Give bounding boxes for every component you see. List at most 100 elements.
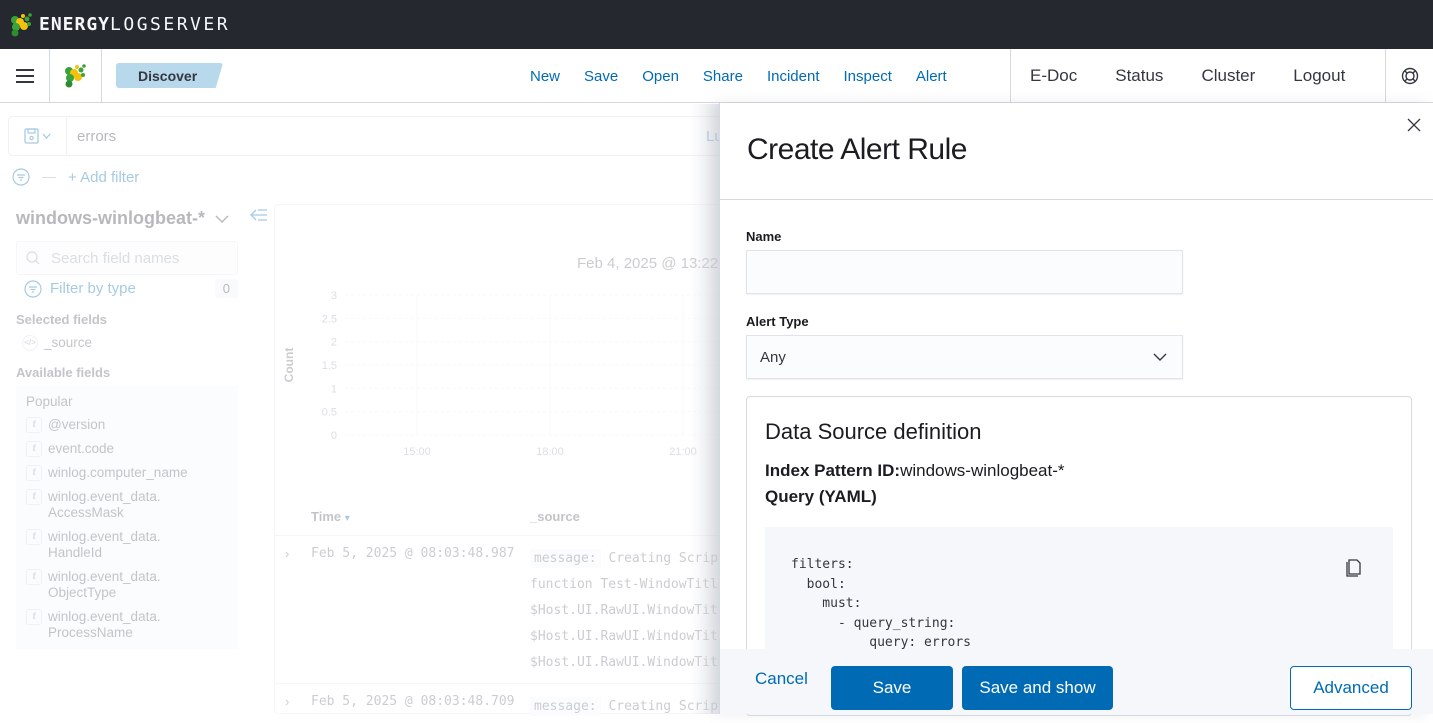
advanced-button[interactable]: Advanced: [1290, 666, 1412, 710]
collapse-sidebar-icon[interactable]: [250, 208, 268, 227]
table-row: › Feb 5, 2025 @ 08:03:48.987 message: Cr…: [275, 535, 735, 683]
selected-fields-title: Selected fields: [16, 312, 108, 327]
energy-logserver-logo-icon: [11, 12, 32, 36]
selected-field-item[interactable]: </> _source: [22, 335, 238, 351]
nav-new-link[interactable]: New: [530, 68, 560, 85]
close-flyout-button[interactable]: [1407, 115, 1421, 138]
field-item[interactable]: t event.code: [26, 441, 238, 457]
app-navbar: Discover New Save Open Share Incident In…: [0, 48, 1433, 103]
save-button[interactable]: Save: [831, 666, 953, 710]
help-button[interactable]: [1385, 49, 1433, 103]
copy-button[interactable]: [1345, 557, 1363, 582]
field-item[interactable]: t winlog.computer_name: [26, 465, 238, 481]
home-logo-button[interactable]: [50, 48, 102, 103]
nav-logout-link[interactable]: Logout: [1293, 66, 1345, 86]
nav-inspect-link[interactable]: Inspect: [844, 68, 892, 85]
results-panel: Feb 4, 2025 @ 13:22 0 0.5 1 1.5 2 2.5 3 15:00 18…: [274, 204, 735, 716]
save-disk-chevron-icon: [23, 128, 50, 144]
data-source-title: Data Source definition: [765, 419, 982, 444]
nav-share-link[interactable]: Share: [703, 68, 743, 85]
cancel-button[interactable]: Cancel: [755, 669, 808, 689]
field-item[interactable]: t winlog.event_data. AccessMask: [26, 489, 238, 521]
saved-query-button[interactable]: [9, 117, 67, 155]
string-type-icon: t: [26, 441, 42, 457]
column-header-time[interactable]: Time ▾: [311, 509, 350, 524]
field-name: winlog.event_data. ObjectType: [48, 569, 161, 600]
name-input[interactable]: [746, 250, 1183, 294]
filter-icon: [12, 168, 30, 186]
field-name: @version: [48, 417, 106, 432]
top-nav-right: E-Doc Status Cluster Logout: [1010, 49, 1364, 103]
flyout-title: Create Alert Rule: [747, 133, 967, 166]
hamburger-icon: [15, 74, 34, 77]
field-name: winlog.event_data. HandleId: [48, 529, 161, 560]
add-filter-button[interactable]: + Add filter: [68, 169, 139, 186]
flyout-header-divider: [720, 199, 1433, 200]
search-icon: [26, 251, 40, 265]
row-time: Feb 5, 2025 @ 08:03:48.709: [311, 694, 515, 709]
save-and-show-button[interactable]: Save and show: [962, 666, 1113, 710]
lifebuoy-icon: [1401, 67, 1418, 85]
name-label: Name: [746, 229, 782, 244]
discover-background: errors Lu + Add filter windows-winlogbea…: [0, 104, 748, 716]
nav-incident-link[interactable]: Incident: [767, 68, 820, 85]
expand-row-icon[interactable]: ›: [285, 694, 289, 709]
nav-edoc-link[interactable]: E-Doc: [1030, 66, 1077, 86]
popular-fields-list: Popular t @version t event.code t winlog.comp…: [16, 386, 238, 649]
field-name: winlog.event_data. ProcessName: [48, 609, 161, 640]
menu-toggle-button[interactable]: [0, 48, 50, 103]
nav-save-link[interactable]: Save: [584, 68, 618, 85]
nav-cluster-link[interactable]: Cluster: [1201, 66, 1255, 86]
breadcrumb-discover[interactable]: Discover: [116, 63, 224, 88]
field-sidebar: windows-winlogbeat-* Search field names …: [16, 208, 238, 649]
histogram-chart: 00.511.522.5315:00 18:00 21:00Count: [282, 290, 735, 458]
alert-type-value: Any: [760, 348, 786, 366]
string-type-icon: t: [26, 569, 42, 585]
field-item[interactable]: t winlog.event_data. HandleId: [26, 529, 238, 561]
filter-icon: [24, 279, 42, 298]
y-tick-label: 1: [331, 383, 337, 395]
top-nav-actions: New Save Open Share Incident Inspect Ale…: [518, 49, 959, 103]
query-bar: errors Lu: [8, 116, 748, 156]
filter-count-badge: 0: [214, 279, 238, 298]
close-icon: [1407, 118, 1421, 132]
x-tick-label: 15:00: [403, 446, 431, 458]
field-name: winlog.event_data. AccessMask: [48, 489, 161, 520]
nav-open-link[interactable]: Open: [642, 68, 679, 85]
brand-bar: ENERGYLOGSERVER: [0, 0, 1433, 49]
y-tick-label: 3: [331, 290, 337, 302]
column-header-source[interactable]: _source: [530, 509, 580, 524]
field-item[interactable]: t winlog.event_data. ObjectType: [26, 569, 238, 601]
filter-divider: [42, 176, 56, 178]
nav-alert-link[interactable]: Alert: [916, 68, 947, 85]
query-yaml-text: filters: bool: must: - query_string: que…: [791, 557, 972, 650]
copy-icon: [1346, 559, 1361, 577]
create-alert-rule-flyout: Create Alert Rule Name Alert Type Any Da…: [719, 103, 1433, 716]
field-name: winlog.computer_name: [48, 465, 188, 480]
x-tick-label: 18:00: [536, 446, 564, 458]
field-name: event.code: [48, 441, 115, 456]
chevron-down-icon: [1153, 353, 1167, 361]
field-item[interactable]: t @version: [26, 417, 238, 433]
string-type-icon: t: [26, 529, 42, 545]
available-fields-title: Available fields: [16, 365, 111, 380]
expand-row-icon[interactable]: ›: [285, 546, 289, 561]
logo-icon: [64, 63, 86, 87]
field-search-placeholder: Search field names: [51, 249, 180, 267]
nav-status-link[interactable]: Status: [1115, 66, 1163, 86]
query-yaml-label: Query (YAML): [765, 487, 877, 506]
filter-row: + Add filter: [12, 168, 139, 186]
y-tick-label: 0.5: [322, 407, 337, 419]
alert-type-select[interactable]: Any: [746, 335, 1183, 379]
field-search-input[interactable]: Search field names: [16, 241, 238, 275]
alert-type-label: Alert Type: [746, 314, 809, 329]
field-item[interactable]: t winlog.event_data. ProcessName: [26, 609, 238, 641]
query-input[interactable]: errors: [77, 128, 116, 145]
brand-name: ENERGYLOGSERVER: [39, 14, 231, 35]
string-type-icon: t: [26, 465, 42, 481]
filter-by-type-button[interactable]: Filter by type 0: [16, 279, 238, 298]
sort-down-icon: ▾: [344, 513, 350, 524]
index-pattern-selector[interactable]: windows-winlogbeat-*: [16, 208, 238, 229]
y-tick-label: 2.5: [322, 313, 337, 325]
y-tick-label: 1.5: [322, 360, 337, 372]
